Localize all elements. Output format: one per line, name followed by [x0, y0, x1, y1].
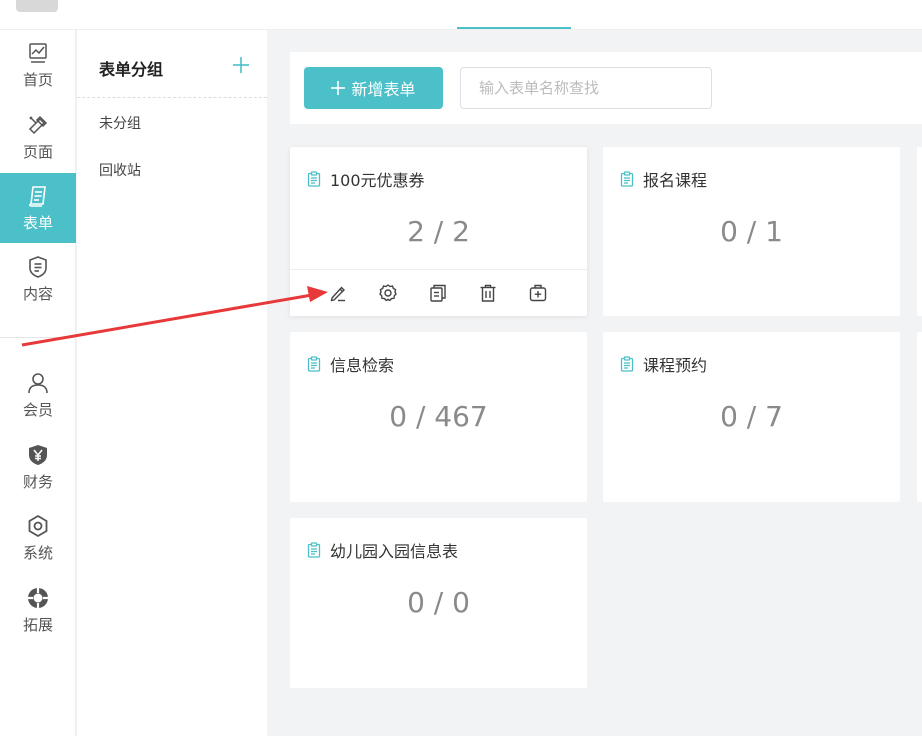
clipboard-icon: [307, 171, 321, 187]
top-tab-indicator: [457, 27, 571, 29]
form-card[interactable]: 报名课程 0 / 1: [603, 147, 900, 316]
copy-icon[interactable]: [427, 282, 449, 304]
form-card-partial: [917, 147, 922, 316]
nav-item-label: 内容: [22, 284, 53, 303]
nav-divider: [0, 337, 76, 338]
form-card-count: 0 / 7: [720, 400, 783, 433]
group-panel-title: 表单分组: [99, 60, 164, 79]
nav-item-pages[interactable]: 页面: [0, 102, 76, 172]
divider: [77, 97, 267, 98]
form-card-count: 0 / 1: [720, 215, 783, 248]
delete-icon[interactable]: [477, 282, 499, 304]
toolbar: 新增表单: [290, 52, 922, 124]
nav-item-label: 拓展: [22, 615, 53, 634]
new-form-button[interactable]: 新增表单: [304, 67, 443, 109]
form-card-title: 报名课程: [643, 171, 708, 190]
clipboard-icon: [307, 542, 321, 558]
clipboard-icon: [620, 356, 634, 372]
user-icon: [28, 372, 48, 393]
nav-item-extensions[interactable]: 拓展: [0, 575, 76, 645]
nav-item-label: 首页: [22, 70, 53, 89]
form-card[interactable]: 课程预约 0 / 7: [603, 332, 900, 502]
form-card-count: 0 / 0: [407, 586, 470, 619]
yen-shield-icon: [29, 444, 47, 465]
nav-item-home[interactable]: 首页: [0, 30, 76, 100]
top-bar: [0, 0, 922, 30]
nav-item-label: 页面: [22, 142, 53, 161]
nav-item-label: 表单: [22, 213, 53, 232]
plus-icon: [233, 57, 249, 73]
nav-item-forms[interactable]: 表单: [0, 173, 76, 243]
form-card-title: 信息检索: [330, 356, 395, 375]
form-card-partial: [917, 332, 922, 502]
nav-item-finance[interactable]: 财务: [0, 432, 76, 502]
group-item-ungrouped[interactable]: 未分组: [99, 113, 141, 133]
form-card-count: 2 / 2: [407, 215, 470, 248]
form-card-count: 0 / 467: [389, 400, 488, 433]
group-panel: 表单分组 未分组 回收站: [77, 30, 267, 736]
group-item-recycle-bin[interactable]: 回收站: [99, 160, 141, 180]
logo: [16, 0, 58, 12]
extension-icon: [28, 587, 48, 608]
clipboard-icon: [620, 171, 634, 187]
new-form-label: 新增表单: [351, 80, 416, 99]
plus-icon: [331, 81, 346, 95]
settings-icon[interactable]: [377, 282, 399, 304]
nav-item-members[interactable]: 会员: [0, 360, 76, 430]
form-icon: [28, 185, 46, 207]
nav-item-label: 系统: [22, 543, 53, 562]
form-card[interactable]: 信息检索 0 / 467: [290, 332, 587, 502]
form-card[interactable]: 100元优惠券 2 / 2: [290, 147, 587, 316]
nav-item-content[interactable]: 内容: [0, 244, 76, 314]
search-input[interactable]: [460, 67, 712, 109]
nav-item-label: 财务: [22, 472, 53, 491]
form-card-title: 幼儿园入园信息表: [330, 542, 459, 561]
add-group-button[interactable]: [230, 54, 252, 76]
card-actions: [290, 269, 587, 315]
form-card[interactable]: 幼儿园入园信息表 0 / 0: [290, 518, 587, 688]
nav-item-system[interactable]: 系统: [0, 503, 76, 573]
pencil-ruler-icon: [28, 115, 48, 134]
chart-icon: [29, 42, 47, 63]
content-icon: [29, 255, 47, 278]
nav-item-label: 会员: [22, 400, 53, 419]
gear-hex-icon: [28, 514, 48, 537]
left-nav: 首页 页面 表单 内容 会员 财务 系统 拓展: [0, 30, 76, 736]
edit-icon[interactable]: [327, 282, 349, 304]
add-icon[interactable]: [527, 282, 549, 304]
form-card-title: 100元优惠券: [330, 171, 425, 190]
form-card-title: 课程预约: [643, 356, 708, 375]
clipboard-icon: [307, 356, 321, 372]
